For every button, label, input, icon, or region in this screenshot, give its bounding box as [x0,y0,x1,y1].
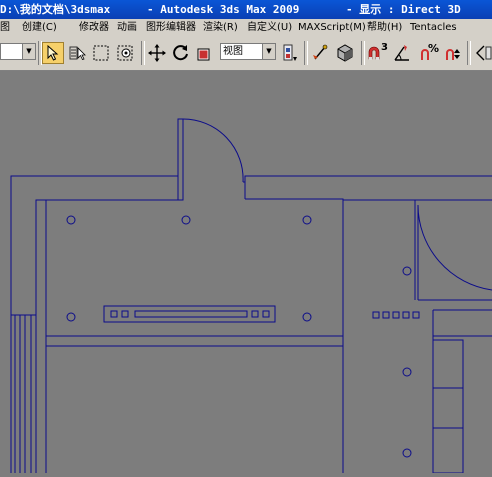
floor-plan-drawing [10,118,492,474]
select-and-scale-button[interactable] [194,42,216,64]
select-and-manipulate-button[interactable] [309,42,331,64]
menu-item-maxscript[interactable]: MAXScript(M) [298,19,366,37]
select-and-rotate-button[interactable] [170,42,192,64]
app-title: - Autodesk 3ds Max 2009 [147,3,300,16]
snaps-toggle-button[interactable]: 3 [365,42,389,64]
toolbar-separator [141,41,145,65]
reference-coordinate-value: 视图 [223,46,243,57]
select-by-name-icon [69,46,86,60]
door-leaf [177,118,184,201]
percent-snap-label: % [427,42,439,55]
title-bar: D:\我的文档\3dsmax - Autodesk 3ds Max 2009 -… [0,0,492,19]
rotate-icon [173,45,188,61]
light-fixture [103,305,276,323]
menu-item-graph-editors[interactable]: 图形编辑器 [146,19,196,37]
select-by-name-button[interactable] [66,42,88,64]
menu-item-help[interactable]: 帮助(H) [367,19,402,37]
door-swing-arc [182,118,244,183]
display-mode: - 显示 : Direct 3D [346,3,461,16]
scale-icon [197,48,210,61]
cube-icon [337,44,353,62]
move-icon [148,44,166,62]
menu-item-tentacles[interactable]: Tentacles [410,19,457,37]
downlight [302,215,312,225]
manipulate-icon [313,44,328,60]
top-viewport[interactable] [0,71,492,474]
select-object-button[interactable] [42,42,64,64]
select-and-move-button[interactable] [146,42,168,64]
toolbar-separator [304,41,308,65]
menu-item-file[interactable]: 图 [0,19,10,37]
cursor-arrow-icon [47,45,59,61]
cabinet-block [432,339,464,474]
keyboard-shortcut-override-button[interactable] [333,42,357,64]
named-selection-icon [475,45,491,61]
named-selection-sets-button[interactable] [471,42,492,64]
menu-bar: 图 创建(C) 修改器 动画 图形编辑器 渲染(R) 自定义(U) MAXScr… [0,19,492,37]
menu-item-modifiers[interactable]: 修改器 [79,19,109,37]
menu-item-create[interactable]: 创建(C) [22,19,57,37]
downlight [402,448,412,458]
chevron-down-icon: ▼ [22,44,35,59]
spinner-snap-icon [446,49,460,60]
right-door-arc [417,204,492,291]
window-crossing-icon [117,45,133,61]
window-crossing-button[interactable] [114,42,138,64]
downlight [402,266,412,276]
downlight [402,367,412,377]
percent-snap-toggle-button[interactable]: % [416,42,440,64]
main-toolbar: ▼ 视图 ▼ 3 % [0,37,492,71]
downlight [66,312,76,322]
menu-item-animation[interactable]: 动画 [117,19,137,37]
chevron-down-icon: ▼ [262,44,275,59]
selection-filter-dropdown[interactable]: ▼ [0,43,36,60]
menu-item-customize[interactable]: 自定义(U) [247,19,292,37]
spinner-snap-toggle-button[interactable] [442,42,464,64]
downlight [66,215,76,225]
outer-wall-right [244,175,492,199]
angle-snap-icon [394,45,409,61]
menu-item-rendering[interactable]: 渲染(R) [203,19,238,37]
snap-dimension-label: 3 [381,42,388,53]
angle-snap-toggle-button[interactable] [391,42,413,64]
pivot-point-center-button[interactable] [280,42,300,64]
downlight [181,215,191,225]
downlight [302,312,312,322]
window-path: D:\我的文档\3dsmax [0,3,111,16]
pivot-center-icon [283,44,297,61]
rectangular-selection-icon [93,45,109,61]
rectangular-selection-button[interactable] [90,42,112,64]
inner-wall-right [245,198,492,201]
reference-coordinate-dropdown[interactable]: 视图 ▼ [220,43,276,60]
